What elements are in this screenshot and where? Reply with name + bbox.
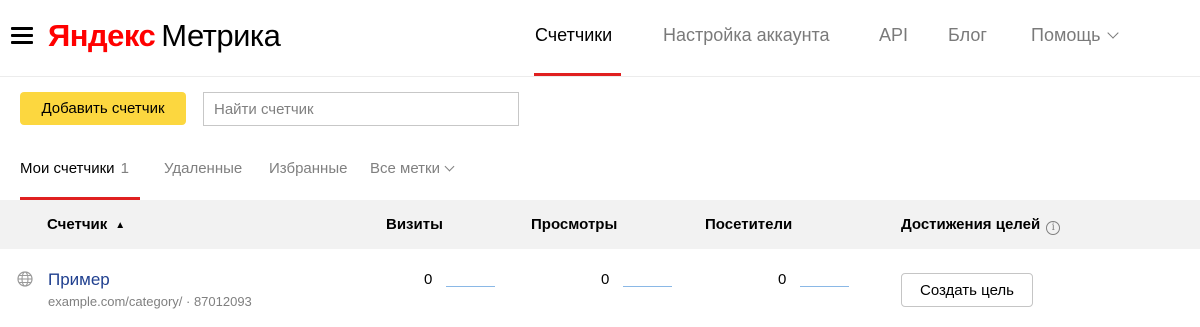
add-counter-button[interactable]: Добавить счетчик	[20, 92, 186, 125]
column-header-visits[interactable]: Визиты	[386, 216, 443, 234]
visits-sparkline	[446, 286, 495, 287]
globe-icon	[17, 271, 33, 287]
info-icon[interactable]: i	[1046, 221, 1061, 235]
visits-value: 0	[424, 271, 433, 288]
logo[interactable]: Яндекс Метрика	[48, 18, 281, 54]
active-nav-indicator	[534, 73, 621, 76]
column-header-views[interactable]: Просмотры	[531, 216, 617, 234]
counter-name-link[interactable]: Пример	[48, 270, 110, 290]
tab-deleted[interactable]: Удаленные	[164, 160, 242, 178]
views-value: 0	[601, 271, 610, 288]
nav-item-blog[interactable]: Блог	[948, 24, 987, 46]
column-header-visitors[interactable]: Посетители	[705, 216, 792, 234]
nav-item-help-label: Помощь	[1031, 25, 1101, 45]
chevron-down-icon	[1106, 27, 1119, 39]
app-header: Яндекс Метрика Счетчики Настройка аккаунт…	[0, 0, 1200, 77]
counter-url-and-id: example.com/category/ · 87012093	[48, 294, 252, 309]
table-header: Счетчик ▲ Визиты Просмотры Посетители Дос…	[0, 200, 1200, 249]
nav-item-api[interactable]: API	[879, 24, 908, 46]
search-counter-input[interactable]	[203, 92, 519, 126]
tab-all-tags-label: Все метки	[370, 160, 440, 177]
sort-up-icon: ▲	[115, 220, 126, 231]
nav-item-help[interactable]: Помощь	[1031, 24, 1119, 46]
column-header-counter-label: Счетчик	[47, 216, 108, 233]
logo-brand: Яндекс	[48, 18, 156, 53]
tab-my-counters-count: 1	[120, 160, 129, 177]
create-goal-button[interactable]: Создать цель	[901, 273, 1033, 307]
nav-item-counters[interactable]: Счетчики	[535, 24, 612, 46]
tab-my-counters[interactable]: Мои счетчики 1	[20, 160, 129, 178]
views-sparkline	[623, 286, 672, 287]
logo-product: Метрика	[161, 18, 281, 53]
column-header-counter[interactable]: Счетчик ▲	[47, 216, 125, 236]
tab-favorites[interactable]: Избранные	[269, 160, 347, 178]
tab-my-counters-label: Мои счетчики	[20, 160, 115, 177]
column-header-goals-label: Достижения целей	[901, 216, 1041, 233]
hamburger-menu-icon[interactable]	[11, 26, 33, 44]
visitors-value: 0	[778, 271, 787, 288]
visitors-sparkline	[800, 286, 849, 287]
nav-item-account-settings[interactable]: Настройка аккаунта	[663, 24, 830, 46]
column-header-goals[interactable]: Достижения целей i	[901, 216, 1061, 235]
tab-all-tags[interactable]: Все метки	[370, 160, 455, 178]
chevron-down-icon	[444, 161, 455, 172]
